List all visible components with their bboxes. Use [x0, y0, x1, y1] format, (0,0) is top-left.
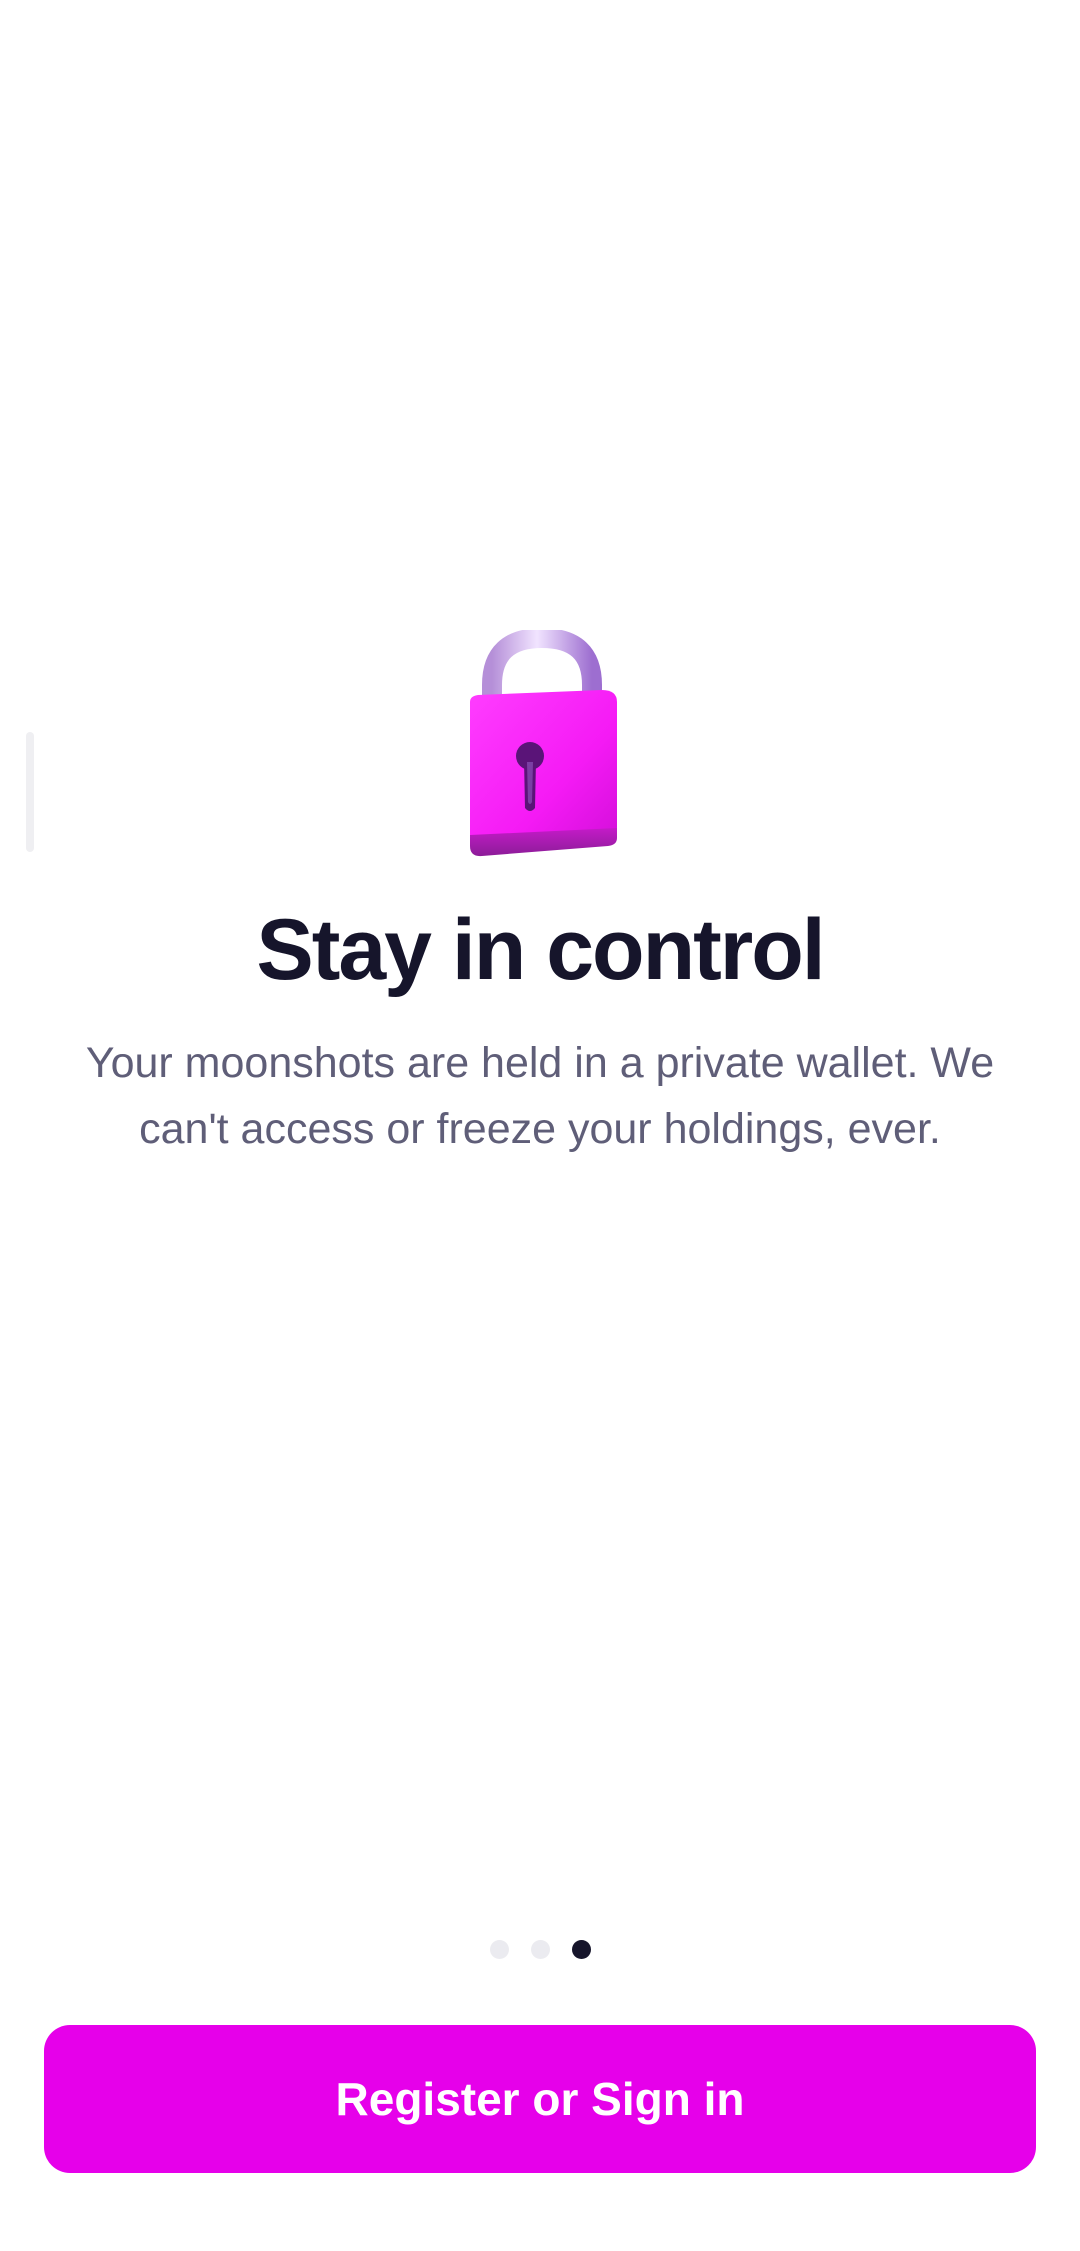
page-indicator — [0, 1940, 1080, 1960]
padlock-icon — [452, 630, 632, 865]
onboarding-screen: Stay in control Your moonshots are held … — [0, 0, 1080, 2251]
page-indicator-dot-2[interactable] — [530, 1940, 550, 1959]
page-subtitle: Your moonshots are held in a private wal… — [85, 1039, 995, 1153]
side-edge-handle[interactable] — [26, 732, 34, 852]
page-indicator-dot-1[interactable] — [489, 1940, 509, 1959]
page-indicator-dot-3-active[interactable] — [571, 1940, 591, 1959]
register-or-sign-in-button[interactable]: Register or Sign in — [44, 2025, 1036, 2173]
page-title: Stay in control — [256, 902, 825, 998]
